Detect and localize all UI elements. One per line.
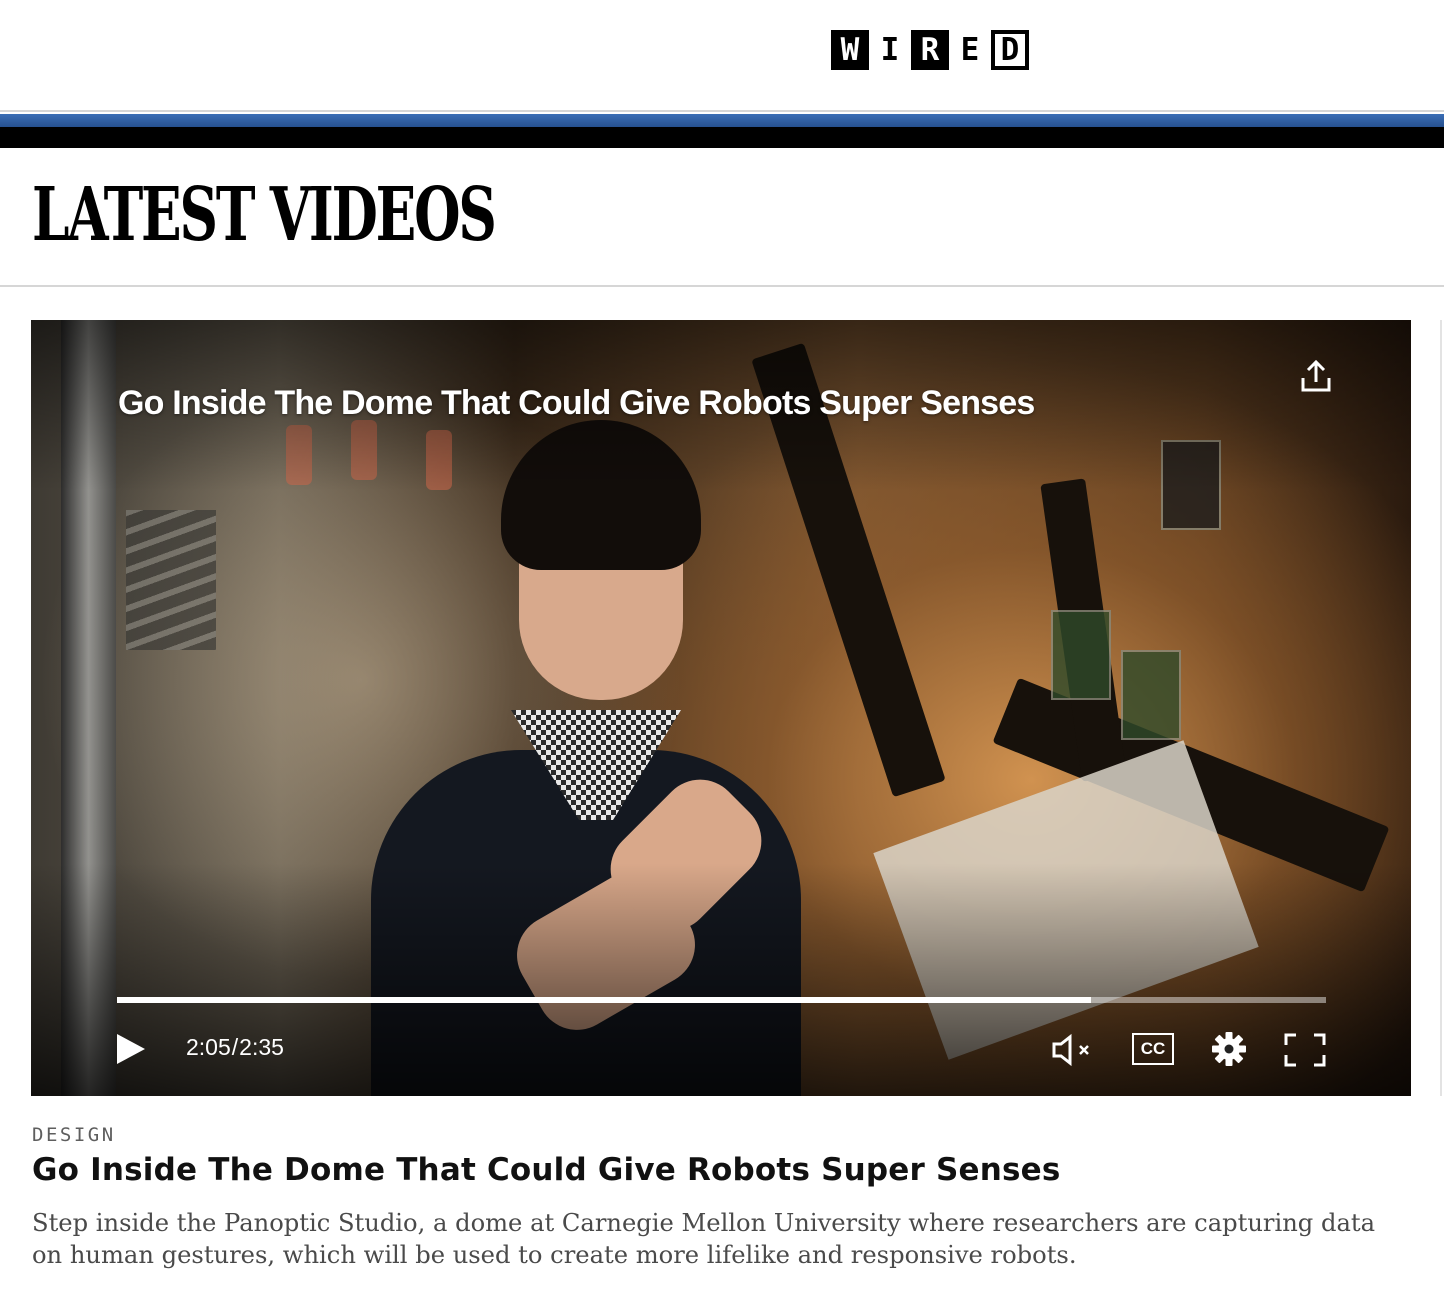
video-frame (31, 320, 1411, 1096)
gear-icon (1212, 1032, 1246, 1066)
logo-letter-r: R (911, 30, 949, 70)
share-button[interactable] (1299, 358, 1333, 394)
share-icon (1301, 359, 1331, 392)
fullscreen-icon (1284, 1033, 1326, 1067)
section-heading: LATEST VIDEOS (32, 172, 497, 258)
article-title[interactable]: Go Inside The Dome That Could Give Robot… (32, 1152, 1061, 1188)
playback-time: 2:05/2:35 (186, 1034, 284, 1061)
logo-letter-i: I (871, 30, 909, 70)
closed-captions-button[interactable]: CC (1132, 1033, 1174, 1065)
seek-bar-played (117, 997, 1092, 1003)
article-description: Step inside the Panoptic Studio, a dome … (32, 1209, 1376, 1269)
logo-letter-w: W (831, 30, 869, 70)
time-separator: / (231, 1034, 239, 1060)
video-overlay-title: Go Inside The Dome That Could Give Robot… (118, 384, 1035, 422)
carousel-edge-divider (1440, 320, 1442, 1096)
logo-letter-e: E (951, 30, 989, 70)
header-color-band (0, 114, 1444, 148)
play-button[interactable] (113, 1030, 149, 1068)
seek-bar[interactable] (117, 997, 1326, 1003)
volume-muted-icon (1052, 1033, 1089, 1067)
mute-button[interactable] (1051, 1033, 1095, 1067)
fullscreen-button[interactable] (1284, 1033, 1326, 1067)
header-blue-stripe (0, 114, 1444, 127)
wired-logo[interactable]: W I R E D (831, 30, 1029, 70)
site-header: W I R E D (0, 0, 1444, 112)
play-icon (117, 1034, 145, 1064)
logo-letter-d: D (991, 30, 1029, 70)
closed-captions-icon: CC (1140, 1039, 1166, 1058)
duration: 2:35 (239, 1034, 284, 1060)
settings-button[interactable] (1211, 1031, 1247, 1067)
video-player[interactable]: Go Inside The Dome That Could Give Robot… (31, 320, 1411, 1096)
current-time: 2:05 (186, 1034, 231, 1060)
heading-divider (0, 285, 1444, 287)
article-category[interactable]: DESIGN (32, 1124, 116, 1146)
